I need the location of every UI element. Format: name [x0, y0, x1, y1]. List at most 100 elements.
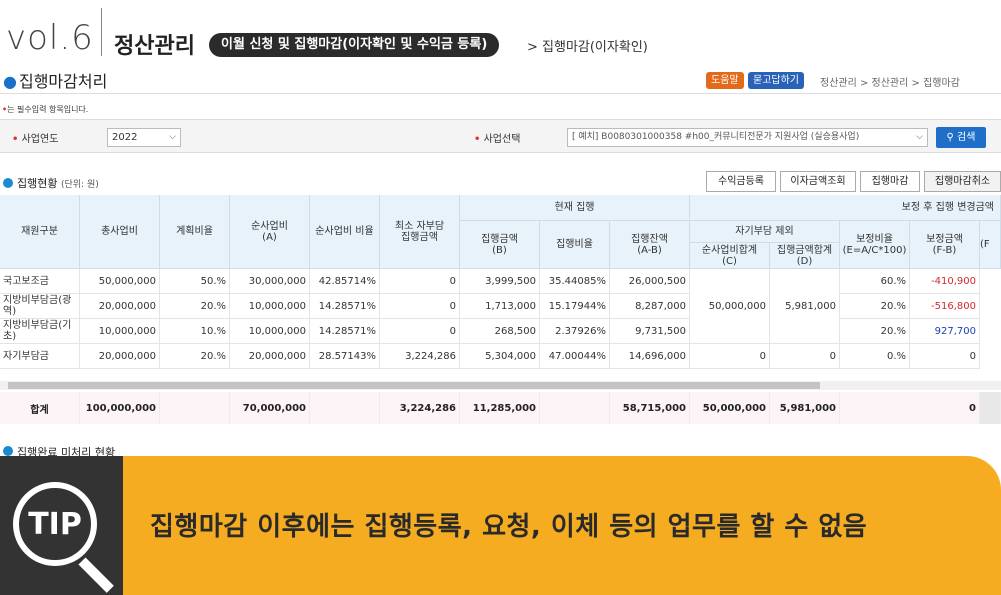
tip-text: 집행마감 이후에는 집행등록, 요청, 이체 등의 업무를 할 수 없음: [150, 512, 868, 542]
required-note-text: 는 필수입력 항목입니다.: [7, 105, 89, 114]
interest-lookup-button[interactable]: 이자금액조회: [780, 171, 856, 192]
cell-adj-amount: 927,700: [910, 319, 980, 344]
col-exec-ratio: 집행비율: [540, 221, 610, 269]
total-plan: [160, 392, 230, 424]
total-label: 합계: [0, 392, 80, 424]
qna-button[interactable]: 묻고답하기: [748, 72, 804, 89]
cell-adj-amount: -410,900: [910, 269, 980, 294]
biz-select[interactable]: [ 예치] B0080301000358 #h00_커뮤니티전문가 지원사업 (…: [567, 128, 928, 147]
cell-net-ratio: 14.28571%: [310, 319, 380, 344]
col-min-self: 최소 자부담 집행금액: [380, 195, 460, 269]
cell-exec: 5,304,000: [460, 344, 540, 369]
cell-min-self: 0: [380, 294, 460, 319]
table-hscrollbar[interactable]: [0, 381, 1001, 390]
cell-total: 20,000,000: [80, 344, 160, 369]
total-net-ratio: [310, 392, 380, 424]
page-title-text: 집행마감처리: [18, 72, 108, 91]
tutorial-banner: vol.6 정산관리 이월 신청 및 집행마감(이자확인 및 수익금 등록) >…: [0, 0, 1001, 62]
cell-adj-ratio: 0.%: [840, 344, 910, 369]
cell-net-ratio: 28.57143%: [310, 344, 380, 369]
cell-exec: 268,500: [460, 319, 540, 344]
cell-plan: 50.%: [160, 269, 230, 294]
cell-net-ratio: 14.28571%: [310, 294, 380, 319]
cell-adj-ratio: 60.%: [840, 269, 910, 294]
cell-net: 20,000,000: [230, 344, 310, 369]
cell-net: 10,000,000: [230, 294, 310, 319]
page-title: ● 집행마감처리: [3, 68, 107, 92]
cell-balance: 14,696,000: [610, 344, 690, 369]
biz-label: • 사업선택: [474, 134, 521, 145]
section-icon: [3, 178, 13, 188]
cell-min-self: 0: [380, 269, 460, 294]
required-note: •는 필수입력 항목입니다.: [2, 104, 88, 115]
total-total: 100,000,000: [80, 392, 160, 424]
cell-exec-ratio: 15.17944%: [540, 294, 610, 319]
col-net: 순사업비 (A): [230, 195, 310, 269]
cell-min-self: 0: [380, 319, 460, 344]
search-button[interactable]: ⚲ 검색: [936, 127, 986, 148]
tip-magnifier-icon: TIP: [13, 482, 97, 566]
total-extra: [980, 392, 1001, 424]
cell-fund: 국고보조금: [0, 269, 80, 294]
revenue-register-button[interactable]: 수익금등록: [706, 171, 776, 192]
chevron-down-icon: ⌵: [169, 132, 176, 142]
help-button[interactable]: 도움말: [706, 72, 744, 89]
cell-balance: 9,731,500: [610, 319, 690, 344]
scrollbar-thumb[interactable]: [8, 382, 820, 389]
banner-divider: [101, 8, 102, 56]
total-min-self: 3,224,286: [380, 392, 460, 424]
cell-net-sum: 0: [690, 344, 770, 369]
cell-plan: 20.%: [160, 344, 230, 369]
col-plan-ratio: 계획비율: [160, 195, 230, 269]
year-label: • 사업연도: [12, 134, 59, 145]
total-adj-amount: 0: [840, 392, 980, 424]
cell-min-self: 3,224,286: [380, 344, 460, 369]
total-balance: 58,715,000: [610, 392, 690, 424]
year-select[interactable]: 2022 ⌵: [107, 128, 181, 147]
chevron-down-icon: ⌵: [916, 132, 923, 142]
cell-exec: 3,999,500: [460, 269, 540, 294]
cell-exec: 1,713,000: [460, 294, 540, 319]
cell-balance: 26,000,500: [610, 269, 690, 294]
group-excl-self: 자기부담 제외: [690, 221, 840, 243]
cell-net: 30,000,000: [230, 269, 310, 294]
col-total: 총사업비: [80, 195, 160, 269]
col-balance: 집행잔액 (A-B): [610, 221, 690, 269]
cell-total: 50,000,000: [80, 269, 160, 294]
cell-adj-ratio: 20.%: [840, 319, 910, 344]
total-exec-sum: 5,981,000: [770, 392, 840, 424]
cell-exec-sum-merged: 5,981,000: [770, 269, 840, 344]
total-exec: 11,285,000: [460, 392, 540, 424]
col-net-sum: 순사업비합계 (C): [690, 243, 770, 269]
cell-net-sum-merged: 50,000,000: [690, 269, 770, 344]
cell-exec-ratio: 47.00044%: [540, 344, 610, 369]
bullet-icon: ●: [3, 72, 17, 91]
total-exec-ratio: [540, 392, 610, 424]
cell-fund: 지방비부담금(광역): [0, 294, 80, 319]
cell-exec-sum: 0: [770, 344, 840, 369]
exec-status-table: 재원구분 총사업비 계획비율 순사업비 (A) 순사업비 비율 최소 자부담 집…: [0, 195, 1001, 425]
cell-adj-ratio: 20.%: [840, 294, 910, 319]
cell-exec-ratio: 35.44085%: [540, 269, 610, 294]
section-icon: [3, 446, 13, 456]
cell-adj-amount: -516,800: [910, 294, 980, 319]
cancel-close-button[interactable]: 집행마감취소: [924, 171, 1001, 192]
cell-adj-amount: 0: [910, 344, 980, 369]
group-current: 현재 집행: [460, 195, 690, 221]
cell-plan: 20.%: [160, 294, 230, 319]
cell-fund: 지방비부담금(기초): [0, 319, 80, 344]
section-title: 정산관리: [114, 34, 195, 59]
close-exec-button[interactable]: 집행마감: [860, 171, 920, 192]
cell-fund: 자기부담금: [0, 344, 80, 369]
col-exec-sum: 집행금액합계 (D): [770, 243, 840, 269]
cell-total: 10,000,000: [80, 319, 160, 344]
status-title: 집행현황 (단위: 원): [3, 175, 99, 191]
total-net: 70,000,000: [230, 392, 310, 424]
col-adj-ratio: 보정비율 (E=A/C*100): [840, 221, 910, 269]
cell-net: 10,000,000: [230, 319, 310, 344]
cell-plan: 10.%: [160, 319, 230, 344]
cell-net-ratio: 42.85714%: [310, 269, 380, 294]
cell-exec-ratio: 2.37926%: [540, 319, 610, 344]
search-panel: • 사업연도 2022 ⌵ • 사업선택 [ 예치] B0080301000358…: [0, 119, 1001, 153]
total-net-sum: 50,000,000: [690, 392, 770, 424]
